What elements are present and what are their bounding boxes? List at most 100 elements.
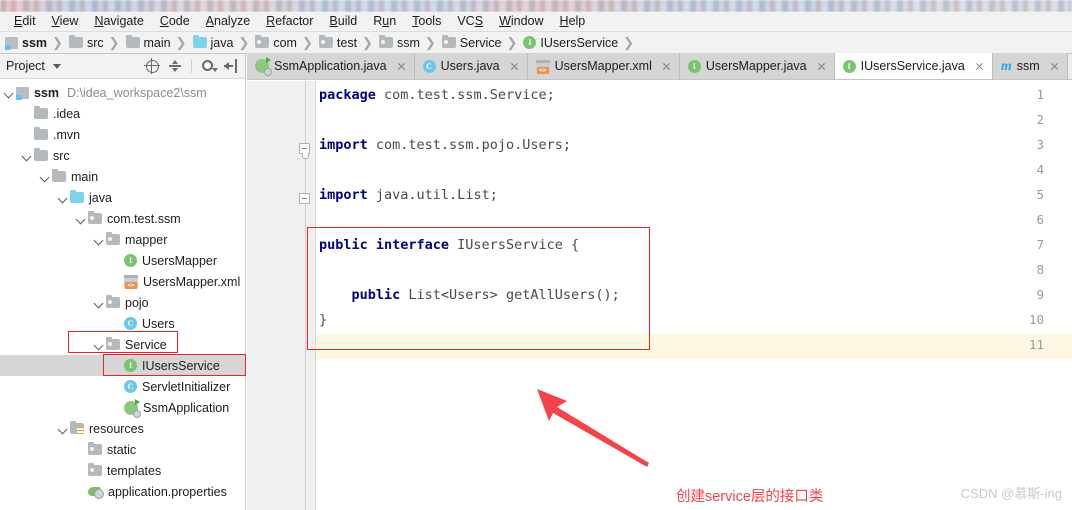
fold-toggle-icon[interactable]	[299, 143, 310, 159]
close-icon[interactable]	[974, 61, 985, 72]
tree-item-main[interactable]: main	[0, 166, 245, 187]
fold-toggle-icon[interactable]	[299, 193, 310, 204]
line-number: 2	[1036, 112, 1044, 127]
breadcrumb-item-com[interactable]: com	[252, 32, 299, 54]
chevron-open-icon[interactable]	[75, 213, 87, 225]
tree-item-servletinitializer[interactable]: C ServletInitializer	[0, 376, 245, 397]
close-icon[interactable]	[661, 61, 672, 72]
menu-item-view[interactable]: View	[44, 12, 87, 31]
tree-item-label: .mvn	[53, 127, 81, 142]
tree-item-java[interactable]: java	[0, 187, 245, 208]
package-icon	[88, 463, 102, 476]
package-icon	[88, 442, 102, 455]
breadcrumb-item-src[interactable]: src	[66, 32, 106, 54]
chevron-open-icon[interactable]	[3, 87, 15, 99]
project-panel: Project ssm D:\idea_workspace2\ssm .idea .m…	[0, 54, 246, 510]
tree-item--idea[interactable]: .idea	[0, 103, 245, 124]
editor-tab-ssmapplication-java[interactable]: SsmApplication.java	[247, 53, 415, 79]
close-icon[interactable]	[816, 61, 827, 72]
editor-tab-usersmapper-java[interactable]: I UsersMapper.java	[679, 53, 835, 79]
collapse-all-icon[interactable]	[168, 59, 182, 73]
line-number: 10	[1028, 312, 1044, 327]
hide-panel-icon[interactable]	[224, 59, 238, 73]
editor-tab-usersmapper-xml[interactable]: UsersMapper.xml	[527, 53, 680, 79]
chevron-open-icon[interactable]	[57, 192, 69, 204]
chevron-down-icon[interactable]	[52, 63, 61, 69]
line-number: 3	[1036, 137, 1044, 152]
tree-item-usersmapper[interactable]: I UsersMapper	[0, 250, 245, 271]
menu-item-edit[interactable]: Edit	[6, 12, 44, 31]
chevron-open-icon[interactable]	[39, 171, 51, 183]
tree-item-templates[interactable]: templates	[0, 460, 245, 481]
tree-item-static[interactable]: static	[0, 439, 245, 460]
tree-item-com-test-ssm[interactable]: com.test.ssm	[0, 208, 245, 229]
tree-item-pojo[interactable]: pojo	[0, 292, 245, 313]
project-tree[interactable]: ssm D:\idea_workspace2\ssm .idea .mvn src mai…	[0, 79, 245, 510]
tree-item-label: application.properties	[108, 484, 227, 499]
breadcrumb-item-ssm[interactable]: ssm	[2, 32, 49, 54]
breadcrumb-item-java[interactable]: java	[190, 32, 236, 54]
breadcrumb-item-ssm[interactable]: ssm	[376, 32, 422, 54]
menu-item-vcs[interactable]: VCS	[449, 12, 491, 31]
menu-item-build[interactable]: Build	[321, 12, 365, 31]
breadcrumb-item-label: ssm	[396, 35, 420, 50]
tree-item-label: SsmApplication	[143, 400, 230, 415]
close-icon[interactable]	[1049, 61, 1060, 72]
tree-item-service[interactable]: Service	[0, 334, 245, 355]
tree-item-ssmapplication[interactable]: SsmApplication	[0, 397, 245, 418]
interface-icon: I	[523, 36, 537, 49]
interface-icon: I	[687, 59, 701, 73]
folder-icon	[68, 35, 83, 48]
tree-item-label: ServletInitializer	[142, 379, 231, 394]
editor-tab-ssm[interactable]: m ssm	[992, 53, 1068, 79]
menu-item-navigate[interactable]: Navigate	[86, 12, 151, 31]
editor-tab-users-java[interactable]: C Users.java	[414, 53, 528, 79]
menu-item-help[interactable]: Help	[552, 12, 594, 31]
tree-item-label: Users	[142, 316, 175, 331]
chevron-open-icon[interactable]	[21, 150, 33, 162]
chevron-open-icon[interactable]	[93, 339, 105, 351]
menu-item-analyze[interactable]: Analyze	[198, 12, 258, 31]
menu-item-run[interactable]: Run	[365, 12, 404, 31]
settings-gear-icon[interactable]	[201, 59, 218, 73]
tree-item-resources[interactable]: resources	[0, 418, 245, 439]
tree-item-ssm[interactable]: ssm D:\idea_workspace2\ssm	[0, 82, 245, 103]
toolbar-divider	[191, 59, 192, 73]
tree-item-label: java	[89, 190, 112, 205]
source-folder-icon	[192, 35, 207, 48]
tree-item-label: main	[71, 169, 99, 184]
tree-item-label: ssm	[34, 85, 60, 100]
menu-item-code[interactable]: Code	[152, 12, 198, 31]
menu-item-tools[interactable]: Tools	[404, 12, 449, 31]
chevron-open-icon[interactable]	[93, 297, 105, 309]
breadcrumb-item-test[interactable]: test	[316, 32, 359, 54]
editor-tab-label: SsmApplication.java	[274, 59, 387, 73]
locate-icon[interactable]	[144, 58, 160, 74]
tree-item-label: static	[107, 442, 137, 457]
code-editor[interactable]: 1 2 3 4 5 6 7 8 9 10 11 package com.test.ssm.Servi…	[247, 81, 1072, 510]
tree-item-path: D:\idea_workspace2\ssm	[67, 85, 207, 100]
editor-tab-iusersservice-java[interactable]: I IUsersService.java	[834, 53, 993, 79]
menu-item-refactor[interactable]: Refactor	[258, 12, 321, 31]
tree-item--mvn[interactable]: .mvn	[0, 124, 245, 145]
breadcrumb-item-iusersservice[interactable]: I IUsersService	[520, 32, 620, 54]
chevron-open-icon[interactable]	[57, 423, 69, 435]
close-icon[interactable]	[509, 61, 520, 72]
tree-item-src[interactable]: src	[0, 145, 245, 166]
class-icon: C	[422, 59, 436, 73]
tree-item-application-properties[interactable]: application.properties	[0, 481, 245, 502]
breadcrumb-item-service[interactable]: Service	[439, 32, 504, 54]
tree-item-label: com.test.ssm	[107, 211, 181, 226]
chevron-open-icon[interactable]	[93, 234, 105, 246]
close-icon[interactable]	[396, 61, 407, 72]
idea-window: Edit View Navigate Code Analyze Refactor Build…	[0, 0, 1072, 510]
tree-item-mapper[interactable]: mapper	[0, 229, 245, 250]
tree-item-users[interactable]: C Users	[0, 313, 245, 334]
breadcrumb-separator: ❯	[506, 34, 518, 50]
tree-item-usersmapper-xml[interactable]: UsersMapper.xml	[0, 271, 245, 292]
breadcrumb-item-main[interactable]: main	[123, 32, 173, 54]
tree-item-label: UsersMapper.xml	[143, 274, 241, 289]
tree-item-iusersservice[interactable]: I IUsersService	[0, 355, 245, 376]
menu-item-window[interactable]: Window	[491, 12, 551, 31]
